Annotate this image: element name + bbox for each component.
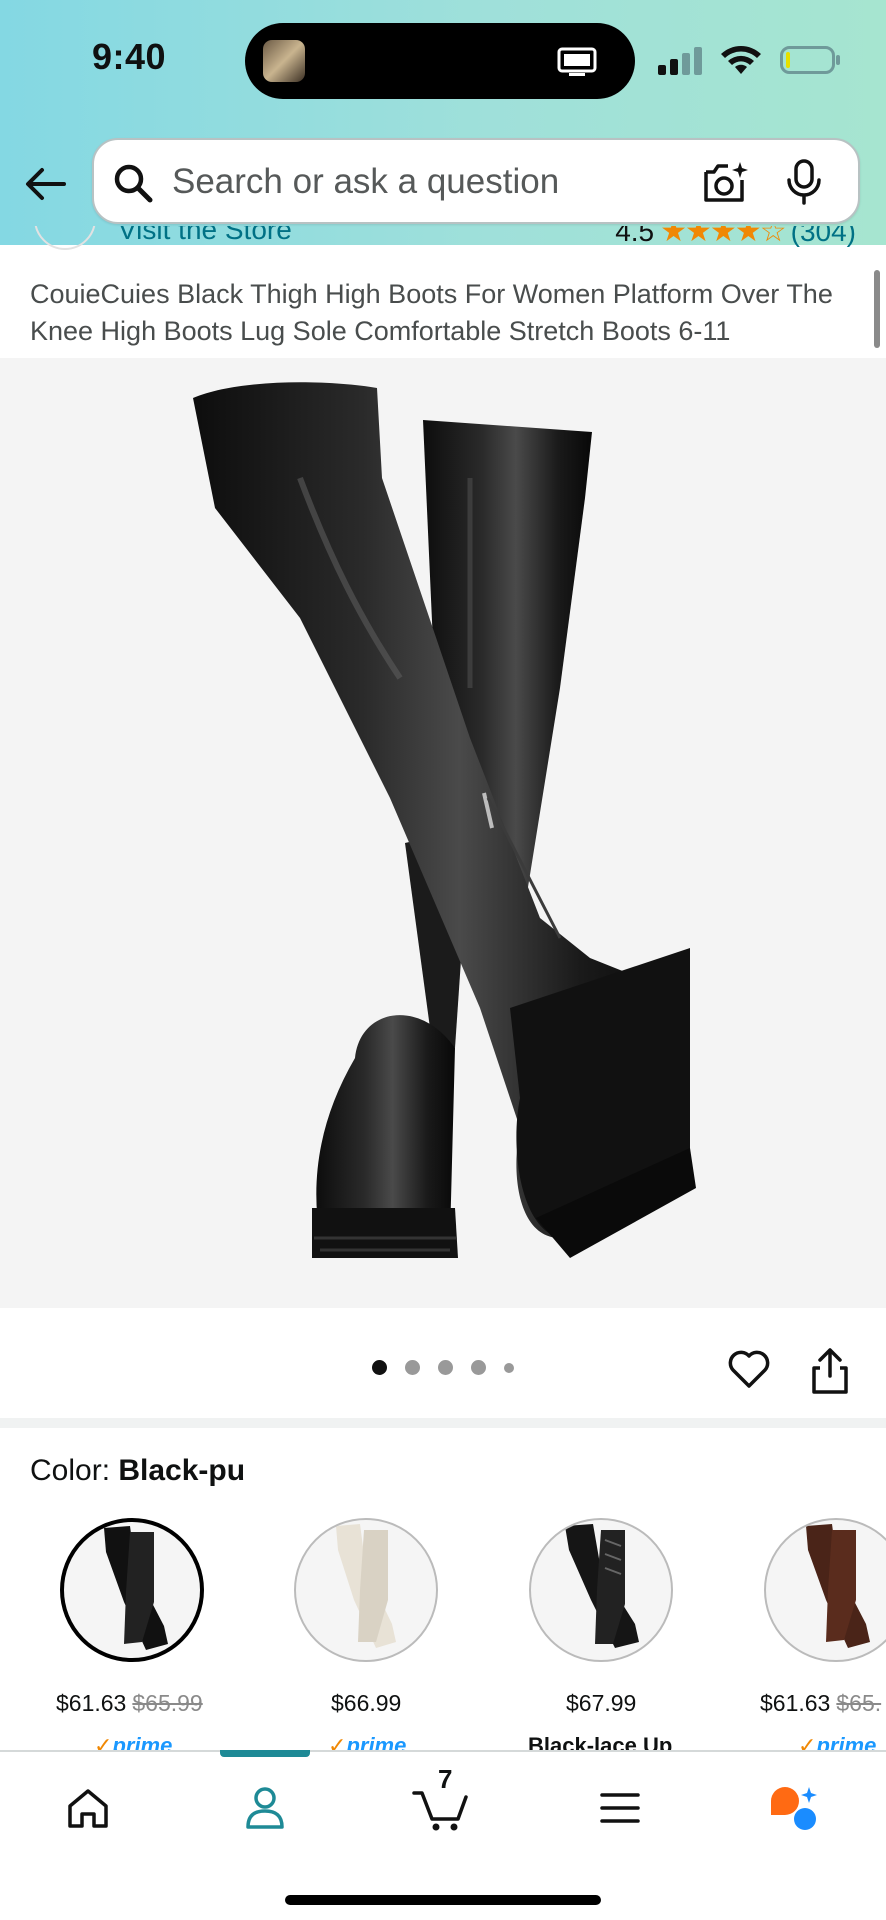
battery-icon: [780, 46, 840, 74]
cellular-signal-icon: [658, 47, 702, 75]
section-divider: [0, 1418, 886, 1428]
store-strip: Visit the Store 4.5 ★★★★☆ (304): [0, 226, 886, 256]
color-swatch-black-lace-up[interactable]: [529, 1518, 673, 1662]
share-icon: [812, 1348, 848, 1394]
ai-assistant-icon: [771, 1787, 817, 1830]
variant-price: $61.63 $65.99: [56, 1690, 203, 1717]
person-icon: [246, 1787, 284, 1829]
store-logo: [34, 226, 96, 250]
selected-color: Black-pu: [118, 1454, 246, 1487]
microphone-icon[interactable]: [784, 158, 824, 206]
boot-thumbnail-lace-up: [565, 1524, 639, 1648]
home-indicator: [285, 1895, 601, 1905]
search-input[interactable]: Search or ask a question: [172, 162, 559, 202]
color-label-prefix: Color:: [30, 1454, 119, 1487]
share-button[interactable]: [808, 1346, 852, 1401]
back-arrow-icon: [26, 168, 66, 200]
hamburger-menu-icon: [600, 1793, 640, 1823]
price-current: $67.99: [566, 1690, 637, 1716]
pagination-dot[interactable]: [405, 1360, 420, 1375]
product-title: CouieCuies Black Thigh High Boots For Wo…: [30, 279, 833, 346]
variant-price: $61.63 $65.: [760, 1690, 881, 1717]
price-current: $61.63: [760, 1690, 831, 1716]
price-list: $65.: [836, 1690, 882, 1716]
rating-value: 4.5: [615, 226, 655, 247]
review-count[interactable]: (304): [791, 226, 856, 248]
tv-icon: [557, 47, 597, 76]
boot-thumbnail-white: [336, 1524, 396, 1648]
nav-home[interactable]: [56, 1776, 120, 1840]
color-swatch-brown[interactable]: [764, 1518, 886, 1662]
scrollbar: [874, 270, 880, 348]
camera-search-icon[interactable]: [702, 160, 750, 206]
variant-price: $67.99: [566, 1690, 636, 1717]
color-swatch-black-pu[interactable]: [60, 1518, 204, 1662]
product-image[interactable]: [0, 358, 886, 1308]
home-icon: [68, 1789, 108, 1828]
wifi-icon: [721, 46, 761, 74]
status-time: 9:40: [92, 36, 167, 77]
wishlist-button[interactable]: [726, 1346, 772, 1397]
color-swatch-white[interactable]: [294, 1518, 438, 1662]
pagination-dot[interactable]: [504, 1362, 514, 1373]
pagination-dot[interactable]: [471, 1360, 486, 1375]
price-current: $61.63: [56, 1690, 127, 1716]
nav-account[interactable]: [233, 1776, 297, 1840]
dynamic-island: [245, 23, 635, 99]
pagination-dot[interactable]: [372, 1360, 387, 1375]
status-icons: [656, 44, 842, 76]
visit-store-link[interactable]: Visit the Store: [118, 226, 292, 246]
price-current: $66.99: [331, 1690, 402, 1716]
boot-thumbnail-brown: [806, 1524, 870, 1648]
star-rating-icon: ★★★★☆: [660, 226, 786, 248]
search-icon: [114, 164, 153, 203]
rating-summary[interactable]: 4.5 ★★★★☆ (304): [615, 226, 856, 249]
cart-count-badge: 7: [438, 1764, 453, 1794]
price-list: $65.99: [132, 1690, 203, 1716]
boots-image: [193, 382, 696, 1258]
pagination-dot[interactable]: [438, 1360, 453, 1375]
variant-price: $66.99: [331, 1690, 401, 1717]
boot-thumbnail-black: [104, 1526, 168, 1650]
nav-menu[interactable]: [588, 1776, 652, 1840]
nav-rufus-assistant[interactable]: [763, 1776, 827, 1840]
back-button[interactable]: [22, 160, 70, 208]
heart-icon: [728, 1350, 770, 1388]
bottom-navigation: 7: [0, 1750, 886, 1920]
active-tab-indicator: [220, 1750, 310, 1757]
header: 9:40 Search or ask a question: [0, 0, 886, 245]
color-label: Color: Black-pu: [30, 1454, 245, 1488]
search-bar[interactable]: Search or ask a question: [92, 138, 860, 224]
now-playing-thumbnail: [263, 40, 305, 82]
